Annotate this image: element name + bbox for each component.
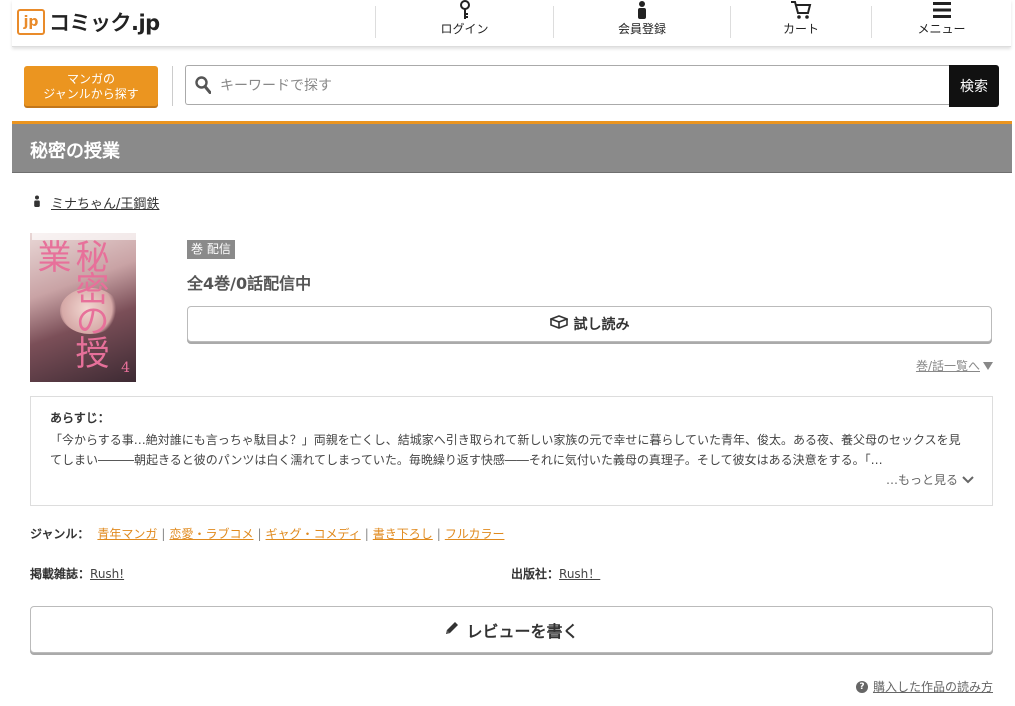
key-icon <box>458 0 472 20</box>
nav-cart[interactable]: カート <box>731 0 871 36</box>
search-input[interactable] <box>218 66 942 106</box>
nav-cart-label: カート <box>782 22 819 36</box>
nav-login-label: ログイン <box>440 22 489 36</box>
genre-link-seinen[interactable]: 青年マンガ <box>97 525 157 542</box>
how-to-read-label: 購入した作品の読み方 <box>872 680 993 694</box>
search-button[interactable]: 検索 <box>949 65 999 107</box>
logo-text: コミック.jp <box>49 11 160 35</box>
genre-link-comedy[interactable]: ギャグ・コメディ <box>266 525 361 542</box>
write-review-label: レビューを書く <box>466 621 579 641</box>
person-icon <box>636 0 648 20</box>
synopsis-more-label: …もっと見る <box>885 473 958 487</box>
trial-read-button[interactable]: 試し読み <box>187 306 992 342</box>
cover-volume-number: 4 <box>121 360 130 376</box>
how-to-read-link[interactable]: ? 購入した作品の読み方 <box>855 678 993 695</box>
title-bar: 秘密の授業 <box>12 121 1012 173</box>
nav-menu[interactable]: メニュー <box>872 0 1011 36</box>
genre-separator: | <box>257 526 262 541</box>
publisher-label: 出版社： <box>511 567 560 581</box>
publisher-link[interactable]: Rush！ <box>559 567 600 581</box>
genre-link-romance[interactable]: 恋愛・ラブコメ <box>169 525 253 542</box>
search-box <box>185 65 950 106</box>
genre-button-line1: マンガの <box>66 72 115 86</box>
question-icon: ? <box>855 680 868 693</box>
synopsis-more-link[interactable]: …もっと見る <box>886 471 974 488</box>
nav-menu-label: メニュー <box>917 22 966 36</box>
genre-link-original[interactable]: 書き下ろし <box>373 525 433 542</box>
magazine-label: 掲載雑誌： <box>30 567 91 581</box>
synopsis-text: 「今からする事…絶対誰にも言っちゃ駄目よ？」両親を亡くし、結城家へ引き取られて新… <box>50 433 961 467</box>
synopsis-heading: あらすじ： <box>50 411 110 425</box>
author-link[interactable]: ミナちゃん/王鋼鉄 <box>51 193 159 212</box>
genre-label: ジャンル： <box>30 527 90 541</box>
magazine-link[interactable]: Rush! <box>90 567 124 581</box>
site-logo[interactable]: jp コミック.jp <box>17 6 160 38</box>
genre-link-fullcolor[interactable]: フルカラー <box>445 525 505 542</box>
cart-icon <box>790 0 812 20</box>
genre-button-line2: ジャンルから探す <box>43 87 139 101</box>
volume-list-label: 巻/話一覧へ <box>915 359 980 373</box>
nav-register[interactable]: 会員登録 <box>554 0 730 36</box>
search-icon <box>195 76 212 98</box>
magazine-row: 掲載雑誌：Rush! <box>30 565 124 582</box>
menu-icon <box>932 0 951 20</box>
nav-register-label: 会員登録 <box>617 22 666 36</box>
author-row: ミナちゃん/王鋼鉄 <box>33 193 159 212</box>
pencil-icon <box>444 620 460 640</box>
publisher-row: 出版社：Rush！ <box>511 565 600 582</box>
cover-title: 秘密の授業 <box>31 239 109 367</box>
nav-login[interactable]: ログイン <box>376 0 553 36</box>
volume-list-link[interactable]: 巻/話一覧へ <box>916 357 993 374</box>
logo-badge-icon: jp <box>17 9 45 35</box>
genre-browse-button[interactable]: マンガの ジャンルから探す <box>24 66 158 106</box>
synopsis-box: あらすじ： 「今からする事…絶対誰にも言っちゃ駄目よ？」両親を亡くし、結城家へ引… <box>30 396 993 506</box>
volume-count: 全4巻/0話配信中 <box>187 274 312 293</box>
person-icon <box>33 195 41 211</box>
chevron-down-icon <box>962 473 974 487</box>
page-title: 秘密の授業 <box>30 141 120 162</box>
trial-read-label: 試し読み <box>573 317 630 333</box>
triangle-down-icon <box>983 359 993 373</box>
book-icon <box>548 315 569 333</box>
genre-separator: | <box>436 526 441 541</box>
genre-separator: | <box>161 526 166 541</box>
distribution-badge: 巻 配信 <box>187 240 235 259</box>
site-header: jp コミック.jp ログイン 会員登録 カート メニュー <box>12 0 1011 47</box>
genre-separator: | <box>364 526 369 541</box>
search-divider <box>172 66 173 106</box>
cover-image[interactable]: 秘密の授業 4 <box>30 233 136 382</box>
genre-row: ジャンル： 青年マンガ | 恋愛・ラブコメ | ギャグ・コメディ | 書き下ろし… <box>30 525 504 542</box>
write-review-button[interactable]: レビューを書く <box>30 606 993 653</box>
